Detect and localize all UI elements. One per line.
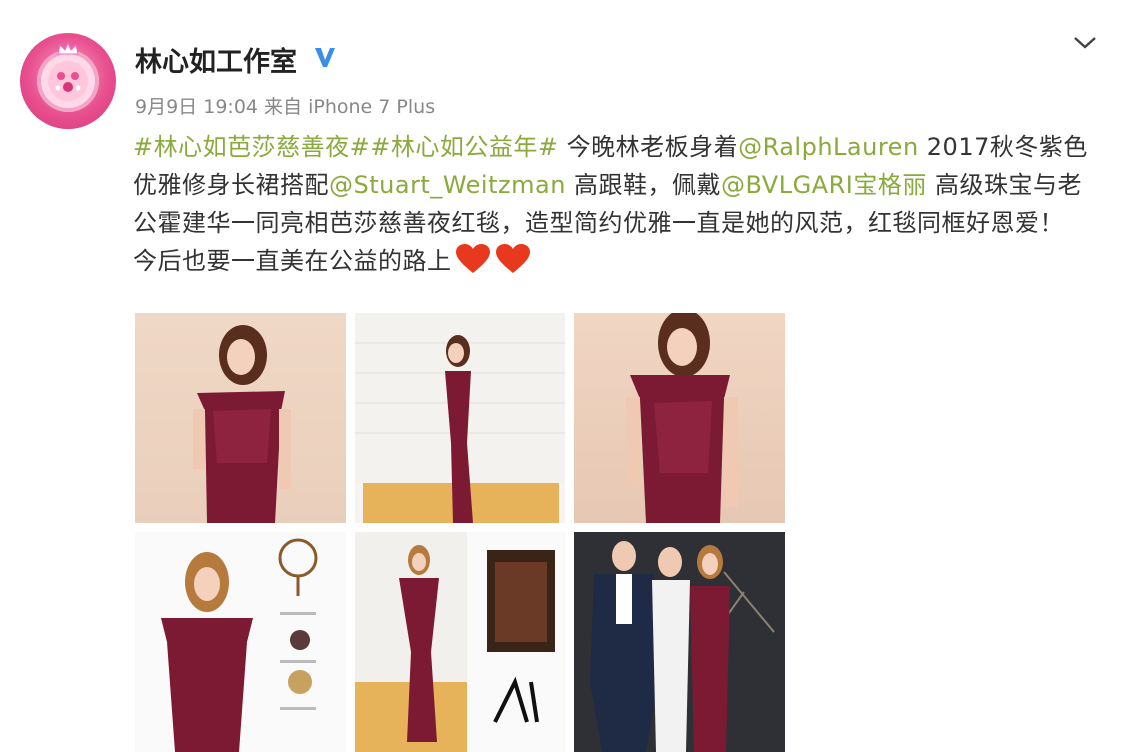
post-content: #林心如芭莎慈善夜##林心如公益年# 今晚林老板身着@RalphLauren 2… — [133, 128, 1088, 280]
post-text: 高跟鞋，佩戴 — [565, 171, 722, 199]
hashtag-link[interactable]: #林心如公益年# — [370, 133, 558, 161]
post-photo[interactable] — [574, 313, 785, 523]
mention-link[interactable]: @BVLGARI宝格丽 — [721, 171, 927, 199]
post-text: 今晚林老板身着 — [558, 133, 739, 161]
post-photo[interactable] — [574, 532, 785, 752]
source-prefix: 来自 — [264, 96, 303, 118]
post-photo[interactable] — [135, 313, 346, 523]
post-photo[interactable] — [355, 313, 565, 523]
avatar-emblem — [37, 50, 99, 112]
mention-link[interactable]: @RalphLauren — [738, 133, 919, 161]
post-time: 19:04 — [203, 96, 258, 118]
red-heart-emoji — [495, 244, 530, 273]
post-photo[interactable] — [355, 532, 565, 752]
mention-link[interactable]: @Stuart_Weitzman — [329, 171, 566, 199]
crown-icon — [57, 42, 79, 55]
post-meta: 9月9日 19:04 来自 iPhone 7 Plus — [135, 92, 435, 119]
avatar[interactable] — [20, 33, 116, 129]
post-photo[interactable] — [135, 532, 346, 752]
username[interactable]: 林心如工作室 — [135, 40, 297, 79]
chevron-down-icon[interactable] — [1072, 34, 1098, 52]
red-heart-emoji — [455, 244, 490, 273]
verified-v-icon — [315, 48, 335, 67]
post-date[interactable]: 9月9日 — [135, 96, 197, 118]
source-device[interactable]: iPhone 7 Plus — [308, 96, 435, 118]
hashtag-link[interactable]: #林心如芭莎慈善夜# — [133, 133, 370, 161]
